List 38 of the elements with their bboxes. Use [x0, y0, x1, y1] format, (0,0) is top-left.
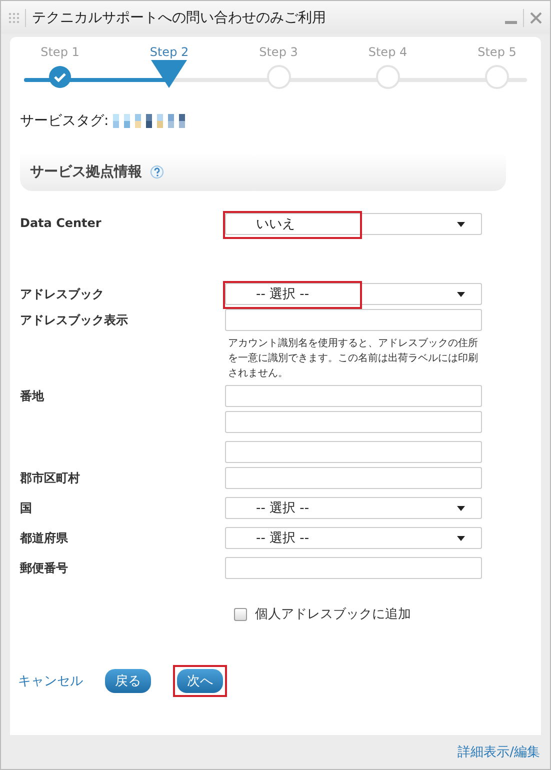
caret-icon — [457, 222, 465, 226]
field-label: アドレスブック — [20, 286, 105, 303]
step-label: Step 1 — [40, 45, 80, 61]
details-edit-link[interactable]: 詳細表示/編集 — [458, 743, 540, 761]
input-field[interactable] — [225, 385, 482, 407]
help-icon[interactable] — [150, 165, 164, 179]
input-field[interactable] — [225, 309, 482, 331]
step-label: Step 2 — [150, 45, 189, 61]
grip-icon[interactable] — [9, 12, 19, 22]
checkbox[interactable] — [234, 608, 247, 620]
back-button[interactable]: 戻る — [105, 669, 151, 693]
step-label: Step 4 — [368, 45, 408, 61]
window-title: テクニカルサポートへの問い合わせのみご利用 — [32, 8, 327, 26]
field-label: 郵便番号 — [20, 560, 69, 577]
caret-icon — [457, 292, 465, 296]
field-label: アドレスブック表示 — [20, 312, 129, 329]
step-label: Step 5 — [478, 45, 516, 61]
field-label: 番地 — [20, 388, 45, 405]
field-label: 郡市区町村 — [20, 470, 81, 487]
close-icon[interactable] — [530, 12, 542, 24]
caret-icon — [457, 536, 465, 540]
caret-icon — [457, 506, 465, 510]
service-tag-label: サービスタグ: — [20, 112, 109, 130]
input-field[interactable] — [225, 411, 482, 433]
input-field[interactable] — [225, 441, 482, 463]
field-label: 国 — [20, 500, 33, 517]
field-label: Data Center — [20, 215, 102, 232]
input-field[interactable] — [225, 557, 482, 579]
help-text: アカウント識別名を使用すると、アドレスブックの住所を一意に識別できます。この名前は出荷ラベルには印刷されません。 — [227, 336, 479, 381]
section-title: サービス拠点情報 — [30, 163, 142, 181]
dropdown[interactable]: -- 選択 -- — [225, 527, 482, 549]
field-label: 都道府県 — [20, 530, 69, 547]
input-field[interactable] — [225, 467, 482, 489]
cancel-link[interactable]: キャンセル — [18, 672, 83, 690]
dropdown[interactable]: -- 選択 -- — [225, 497, 482, 519]
next-button[interactable]: 次へ — [177, 669, 223, 693]
step-label: Step 3 — [259, 45, 298, 61]
checkbox-label[interactable]: 個人アドレスブックに追加 — [255, 605, 411, 623]
